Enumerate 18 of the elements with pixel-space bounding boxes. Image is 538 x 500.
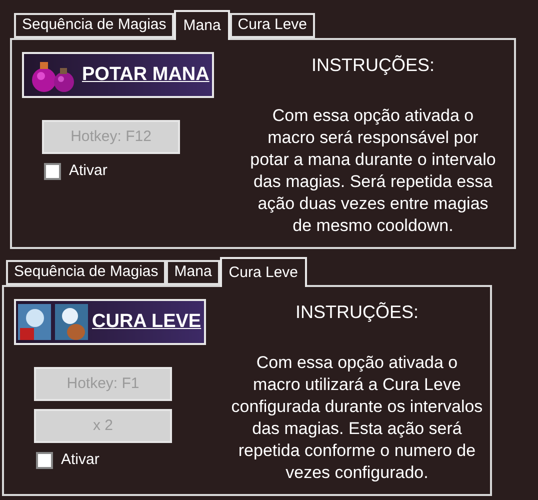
checkbox[interactable] [36,452,53,469]
header-title: CURA LEVE [92,310,202,334]
tab[interactable]: Cura Leve [220,257,308,287]
spell-icon [55,304,88,340]
header-title: POTAR MANA [82,62,210,87]
tab[interactable]: Sequência de Magias [14,13,174,38]
tab[interactable]: Mana [166,260,220,285]
instructions-text: Com essa opção ativada o macro será responsável por potar a mana durante o intervalo das magias. Será repetida essa ação duas vezes entre magias de mesmo cooldown. [250,105,496,237]
tab[interactable]: Mana [174,10,230,40]
instructions-text: Com essa opção ativada o macro utilizará a Cura Leve configurada durante os intervalos das magias. Esta ação será repetida conforme o numero de vezes configurado. [231,352,483,484]
tab[interactable]: Cura Leve [230,13,316,38]
spell-icon [18,304,51,340]
instructions-title: INSTRUÇÕES: [311,54,434,77]
instructions-title: INSTRUÇÕES: [295,301,418,324]
tab[interactable]: Sequência de Magias [6,260,166,285]
checkbox-label: Ativar [69,161,108,181]
checkbox[interactable] [44,162,61,180]
checkbox-label: Ativar [61,450,100,470]
